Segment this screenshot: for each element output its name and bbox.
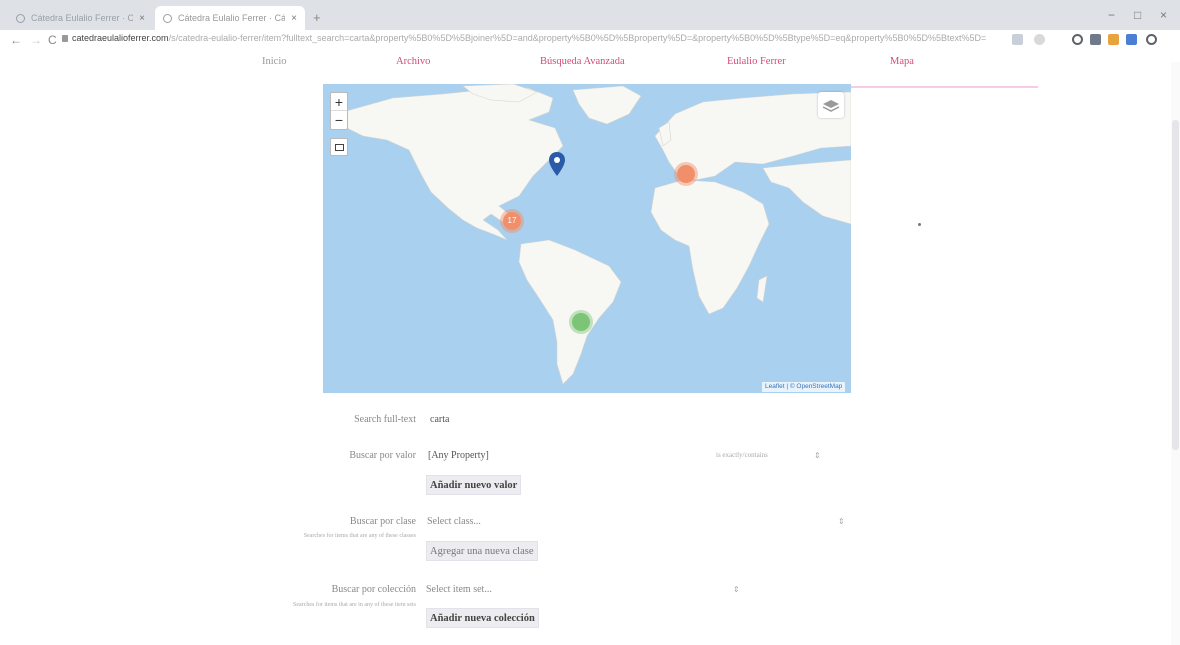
south-america-land bbox=[518, 239, 622, 385]
tab-title: Cátedra Eulalio Ferrer · Cátedra bbox=[31, 13, 134, 23]
coleccion-label: Buscar por colección bbox=[331, 584, 416, 595]
zoom-control: + − bbox=[330, 92, 348, 130]
star-icon[interactable] bbox=[1034, 34, 1045, 45]
scrollbar-thumb[interactable] bbox=[1172, 120, 1179, 450]
forward-button[interactable]: → bbox=[30, 33, 42, 47]
map-attribution[interactable]: Leaflet | © OpenStreetMap bbox=[762, 382, 846, 392]
maximize-button[interactable]: □ bbox=[1134, 8, 1141, 22]
zoom-out-button[interactable]: − bbox=[331, 111, 347, 129]
browser-tab[interactable]: Cátedra Eulalio Ferrer · Cátedra × bbox=[8, 6, 153, 30]
nav-link-archivo[interactable]: Archivo bbox=[396, 56, 430, 67]
select-arrow-icon: ⇕ bbox=[838, 517, 845, 526]
layers-button[interactable] bbox=[818, 92, 844, 118]
world-map[interactable]: 17 bbox=[323, 84, 851, 393]
globe-icon bbox=[163, 13, 172, 23]
browser-tab-active[interactable]: Cátedra Eulalio Ferrer · Cátedra × bbox=[155, 6, 305, 30]
browser-tab-bar: Cátedra Eulalio Ferrer · Cátedra × Cáted… bbox=[0, 0, 1180, 30]
fulltext-label: Search full-text bbox=[354, 414, 416, 425]
middle-east-land bbox=[762, 159, 851, 225]
url-path: /s/catedra-eulalio-ferrer/item?fulltext_… bbox=[168, 33, 987, 43]
stray-dot bbox=[918, 223, 921, 226]
marker-cluster-mexico[interactable]: 17 bbox=[500, 209, 524, 233]
add-class-button[interactable]: Agregar una nueva clase bbox=[426, 541, 538, 561]
back-button[interactable]: ← bbox=[10, 33, 22, 47]
select-arrow-icon: ⇕ bbox=[814, 451, 821, 460]
add-value-button[interactable]: Añadir nuevo valor bbox=[426, 475, 522, 495]
address-bar-row: ← → C catedraeulalioferrer.com/s/catedra… bbox=[0, 30, 1180, 50]
north-america-land bbox=[342, 87, 564, 241]
cluster-count bbox=[677, 165, 695, 183]
nav-link-mapa[interactable]: Mapa bbox=[890, 56, 914, 67]
map-pin-icon[interactable] bbox=[549, 152, 565, 176]
extension-icon[interactable] bbox=[1072, 34, 1083, 45]
profile-icon[interactable] bbox=[1146, 34, 1157, 45]
madagascar-land bbox=[756, 275, 768, 303]
url-field[interactable]: catedraeulalioferrer.com/s/catedra-eulal… bbox=[62, 33, 1002, 48]
extension-icon[interactable] bbox=[1126, 34, 1137, 45]
nav-link-inicio[interactable]: Inicio bbox=[262, 56, 287, 67]
greenland-land bbox=[572, 85, 642, 125]
extension-icon[interactable] bbox=[1090, 34, 1101, 45]
close-window-button[interactable]: × bbox=[1160, 8, 1167, 22]
cluster-count: 17 bbox=[503, 212, 521, 230]
lock-icon bbox=[62, 35, 68, 42]
fullscreen-icon bbox=[335, 144, 344, 151]
africa-land bbox=[650, 179, 770, 315]
extension-icon[interactable] bbox=[1012, 34, 1023, 45]
active-nav-underline bbox=[850, 86, 1038, 88]
fullscreen-button[interactable] bbox=[330, 138, 348, 156]
reload-button[interactable]: C bbox=[48, 33, 57, 47]
class-select[interactable]: Select class... bbox=[427, 516, 481, 527]
new-tab-button[interactable]: + bbox=[313, 10, 321, 25]
clase-hint: Searches for items that are any of these… bbox=[303, 533, 416, 539]
add-collection-button[interactable]: Añadir nueva colección bbox=[426, 608, 539, 628]
tab-close-icon[interactable]: × bbox=[139, 13, 145, 24]
site-navigation: Inicio Archivo Búsqueda Avanzada Eulalio… bbox=[0, 50, 1180, 72]
marker-cluster-spain[interactable] bbox=[674, 162, 698, 186]
globe-icon bbox=[16, 13, 25, 23]
nav-link-eulalio-ferrer[interactable]: Eulalio Ferrer bbox=[727, 56, 786, 67]
select-arrow-icon: ⇕ bbox=[733, 585, 740, 594]
coleccion-hint: Searches for items that are in any of th… bbox=[293, 602, 416, 608]
tab-title: Cátedra Eulalio Ferrer · Cátedra bbox=[178, 13, 286, 23]
nav-link-busqueda-avanzada[interactable]: Búsqueda Avanzada bbox=[540, 56, 625, 67]
url-host: catedraeulalioferrer.com bbox=[72, 33, 169, 43]
extension-icon[interactable] bbox=[1108, 34, 1119, 45]
map-tiles bbox=[342, 84, 851, 385]
property-select[interactable]: [Any Property] bbox=[428, 450, 489, 461]
condition-select[interactable]: is exactly/contains bbox=[716, 451, 768, 459]
cluster-count bbox=[572, 313, 590, 331]
marker-cluster-argentina[interactable] bbox=[569, 310, 593, 334]
tab-close-icon[interactable]: × bbox=[291, 13, 297, 24]
zoom-in-button[interactable]: + bbox=[331, 93, 347, 111]
item-set-select[interactable]: Select item set... bbox=[426, 584, 492, 595]
clase-label: Buscar por clase bbox=[349, 516, 416, 527]
layers-icon bbox=[822, 100, 840, 112]
minimize-button[interactable]: − bbox=[1108, 8, 1115, 22]
valor-label: Buscar por valor bbox=[349, 450, 416, 461]
fulltext-input[interactable]: carta bbox=[430, 414, 449, 425]
